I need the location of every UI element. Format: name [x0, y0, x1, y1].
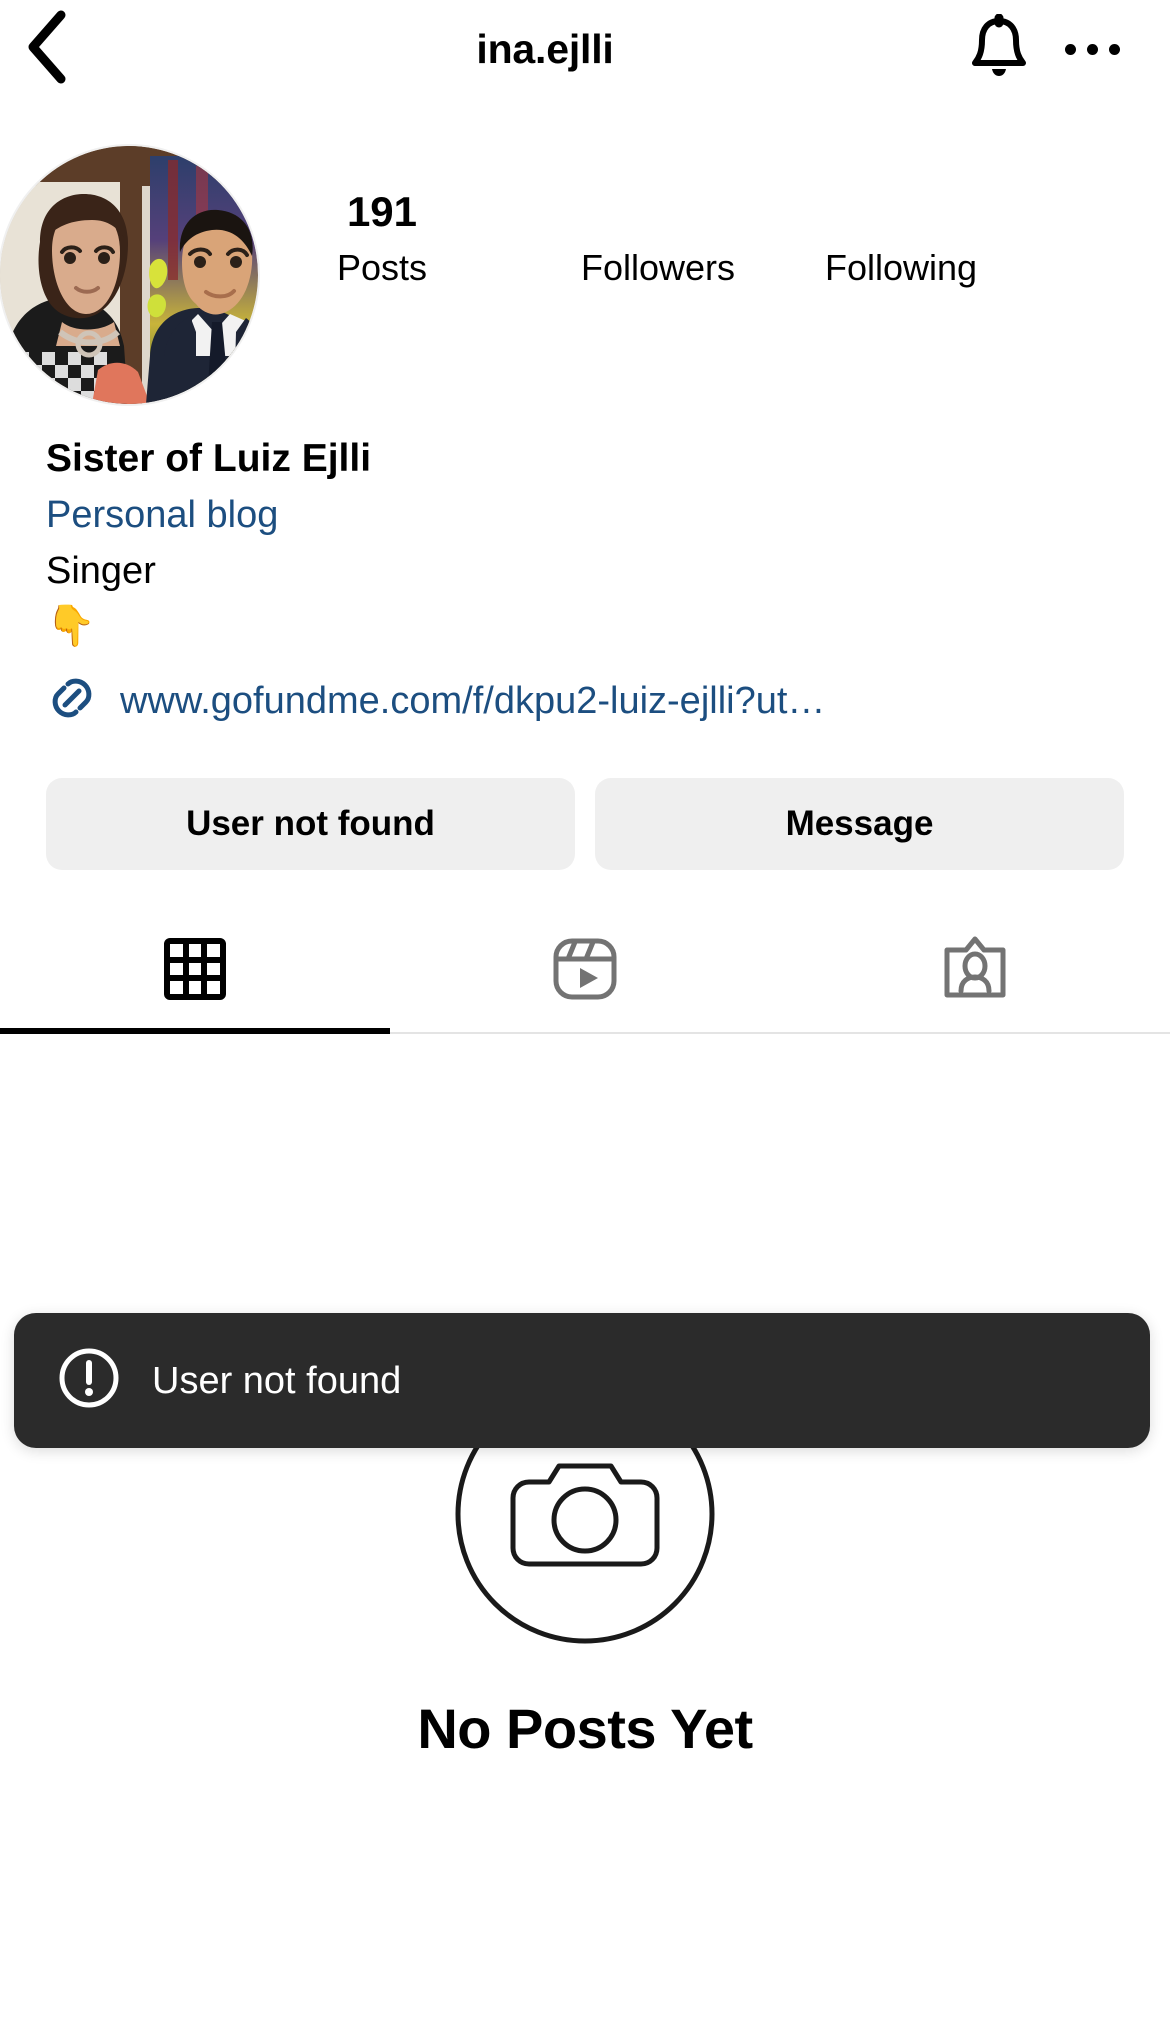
reels-icon [551, 935, 619, 1008]
profile-header: 191 Posts Followers Following [0, 146, 1170, 416]
stat-following-label: Following [824, 247, 978, 288]
empty-state-title: No Posts Yet [417, 1697, 753, 1760]
profile-external-link[interactable]: www.gofundme.com/f/dkpu2-luiz-ejlli?ut… [46, 672, 825, 729]
pointing-down-emoji: 👇 [46, 604, 96, 648]
app-header: ina.ejlli [0, 0, 1170, 98]
profile-photo [0, 146, 258, 404]
tab-tagged[interactable] [780, 912, 1170, 1030]
back-button[interactable] [0, 0, 92, 98]
stat-posts-value: 191 [346, 188, 418, 235]
stat-followers[interactable]: Followers [548, 184, 768, 296]
tab-reels[interactable] [390, 912, 780, 1030]
message-button[interactable]: Message [595, 778, 1124, 870]
profile-display-name: Sister of Luiz Ejlli [46, 437, 372, 480]
profile-tabs [0, 912, 1170, 1034]
link-chain-icon [46, 672, 98, 729]
tab-active-indicator [0, 1028, 390, 1034]
header-actions [956, 0, 1170, 98]
profile-category[interactable]: Personal blog [46, 487, 1006, 544]
stat-posts[interactable]: 191 Posts [302, 184, 462, 296]
stat-following-value [796, 184, 1006, 240]
stat-followers-label: Followers [580, 247, 736, 288]
avatar-container[interactable] [0, 146, 258, 404]
bell-icon [968, 13, 1030, 85]
stat-posts-label: Posts [336, 247, 428, 288]
more-options-button[interactable] [1042, 0, 1142, 98]
tabs-underline [0, 1028, 1170, 1034]
tagged-icon [942, 935, 1008, 1008]
profile-external-link-text[interactable]: www.gofundme.com/f/dkpu2-luiz-ejlli?ut… [120, 676, 825, 726]
chevron-left-icon [23, 9, 69, 90]
exclamation-circle-icon [58, 1347, 120, 1414]
more-options-icon [1086, 43, 1098, 55]
toast-message: User not found [152, 1359, 402, 1402]
toast-notification[interactable]: User not found [14, 1313, 1150, 1448]
profile-stats: 191 Posts Followers Following [258, 146, 1170, 296]
grid-icon [164, 937, 226, 1005]
page-title: ina.ejlli [476, 25, 614, 72]
profile-actions: User not found Message [46, 778, 1124, 870]
profile-bio: Sister of Luiz Ejlli Personal blog Singe… [46, 430, 1006, 654]
tab-grid[interactable] [0, 912, 390, 1030]
avatar[interactable] [0, 146, 258, 404]
more-options-icon [1108, 43, 1120, 55]
notifications-button[interactable] [956, 0, 1042, 98]
stat-followers-value [548, 184, 768, 240]
stat-following[interactable]: Following [796, 184, 1006, 296]
profile-bio-text: Singer [46, 550, 156, 592]
follow-button[interactable]: User not found [46, 778, 575, 870]
more-options-icon [1064, 43, 1076, 55]
